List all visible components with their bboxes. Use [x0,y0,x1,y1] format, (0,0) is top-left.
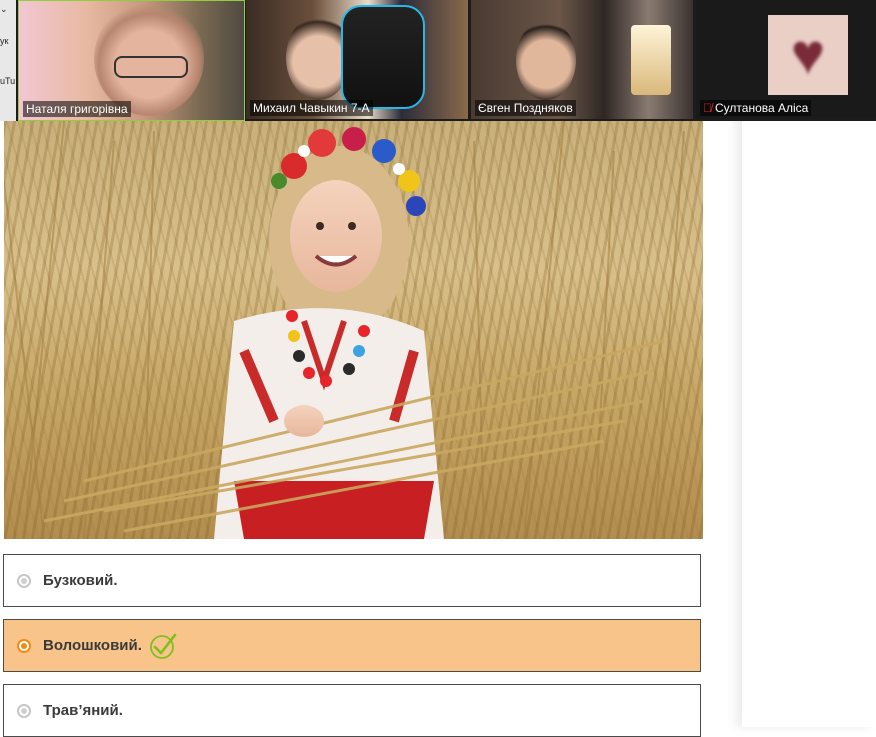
participant-tile-3[interactable]: Євген Поздняков [471,0,693,119]
window-light-shape [631,25,671,95]
participant-tile-4[interactable]: ♥ 🎙̸ Султанова Аліса [696,0,876,119]
participant-tile-2[interactable]: Михаил Чавыкин 7-А [246,0,468,119]
checkmark-icon [150,633,177,659]
edge-text-1: ук [0,36,9,46]
background-window-edge: ⌄ ук uTu [0,0,16,121]
participant-name: Михаил Чавыкин 7-А [250,100,373,116]
participant-avatar: ♥ [768,15,848,95]
radio-button[interactable] [17,573,31,588]
participant-tile-1[interactable]: Наталя григорівна [18,0,245,121]
answer-option-label: Бузковий. [43,572,118,589]
participant-name-label: 🎙̸ Султанова Аліса [700,100,812,116]
participant-name: Євген Поздняков [475,100,576,116]
chevron-down-icon: ⌄ [0,4,8,14]
radio-button[interactable] [17,703,31,718]
participant-video [516,20,576,100]
wheat-field-photo [4,121,685,539]
answer-option-1[interactable]: Бузковий. [3,554,701,607]
answer-option-label: Трав’яний. [43,702,123,719]
glasses-shape [114,56,188,78]
heart-icon: ♥ [790,22,826,87]
video-participants-strip: ⌄ ук uTu Наталя григорівна Михаил Чавыки… [0,0,876,121]
answer-option-label: Волошковий. [43,637,142,654]
answer-option-2[interactable]: Волошковий. [3,619,701,672]
muted-mic-icon: 🎙̸ [703,101,712,115]
edge-text-2: uTu [0,76,16,86]
answer-option-3[interactable]: Трав’яний. [3,684,701,737]
participant-name: Наталя григорівна [23,101,131,117]
participant-name: Султанова Аліса [715,101,809,115]
question-image [4,121,703,539]
radio-button-selected[interactable] [17,638,31,653]
gaming-chair-shape [341,5,425,109]
